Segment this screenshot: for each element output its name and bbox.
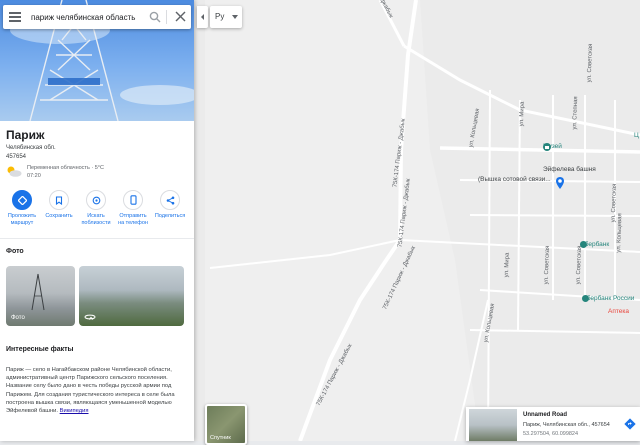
street-label: ул. Мира <box>518 101 526 127</box>
facts-body: Париж — село в Нагайбакском районе Челяб… <box>6 367 175 415</box>
poi-label: Сбербанк России <box>582 295 635 302</box>
bookmark-icon <box>55 195 63 205</box>
info-card-address: Париж, Челябинская обл., 457654 <box>523 422 610 428</box>
nearby-icon <box>92 196 100 204</box>
save-button[interactable]: Сохранить <box>42 190 76 220</box>
chevron-down-icon <box>232 15 238 19</box>
facts-heading: Интересные факты <box>6 346 74 353</box>
poi-partial-label: Ц <box>634 132 639 139</box>
street-label: ул. Степная <box>572 96 580 130</box>
send-to-phone-icon <box>129 195 137 205</box>
action-label: на телефон <box>118 220 148 226</box>
action-label: Проложить <box>7 213 37 219</box>
menu-icon[interactable] <box>9 11 21 23</box>
wikipedia-link[interactable]: Википедия <box>60 408 89 414</box>
action-label: Искать <box>87 213 105 219</box>
search-icon[interactable] <box>149 11 161 23</box>
poi-museum[interactable]: Музей <box>543 143 562 151</box>
weather-text: Переменная облачность · 5°C <box>27 165 104 171</box>
nearby-button[interactable]: Искать поблизости <box>79 190 113 227</box>
send-to-phone-button[interactable]: Отправить на телефон <box>116 190 150 227</box>
street-view-360-icon <box>84 314 96 320</box>
action-label: поблизости <box>81 220 111 226</box>
photo-caption: Фото <box>11 315 25 321</box>
search-input[interactable] <box>31 9 143 25</box>
partly-cloudy-icon <box>7 166 22 177</box>
share-icon <box>166 196 174 204</box>
photos-heading: Фото <box>6 248 24 255</box>
collapse-panel-button[interactable] <box>197 6 208 28</box>
local-time: 07:20 <box>27 173 41 179</box>
hero-photo[interactable] <box>0 0 194 121</box>
bank-icon <box>582 295 589 302</box>
place-title: Париж <box>6 128 45 142</box>
search-box <box>3 5 191 29</box>
poi-label: (Вышка сотовой связи... <box>478 176 551 183</box>
satellite-label: Спутник <box>210 435 231 441</box>
close-icon[interactable] <box>175 11 186 22</box>
action-bar: Проложить маршрут Сохранить Искать поблизо… <box>0 190 194 239</box>
place-header: Париж Челябинская обл. 457654 <box>6 128 190 160</box>
action-label: маршрут <box>10 220 34 226</box>
directions-icon <box>624 418 636 430</box>
info-card-coordinates[interactable]: 53.297504, 60.099824 <box>523 431 578 437</box>
facts-text: Париж — село в Нагайбакском районе Челяб… <box>6 366 186 415</box>
poi-sberbank-russia[interactable]: Сбербанк России <box>582 295 634 302</box>
poi-label: Аптека <box>608 308 629 315</box>
poi-label: Эйфелева башня <box>543 166 596 173</box>
street-label: ул. Мира <box>503 252 511 278</box>
place-postal-code: 457654 <box>6 154 27 160</box>
chevron-left-icon <box>201 14 204 20</box>
directions-icon <box>17 195 27 205</box>
language-value: Ру <box>215 12 225 21</box>
share-button[interactable]: Поделиться <box>153 190 187 220</box>
place-region: Челябинская обл. <box>6 145 56 151</box>
museum-icon <box>543 143 551 151</box>
street-view-thumbnail[interactable] <box>79 266 184 326</box>
satellite-toggle[interactable]: Спутник <box>205 404 247 445</box>
landmark-pin-icon <box>556 177 564 189</box>
place-panel: Париж Челябинская обл. 457654 Переменная… <box>0 0 194 441</box>
weather-info: Переменная облачность · 5°C 07:20 <box>6 162 190 182</box>
action-label: Сохранить <box>45 213 73 219</box>
poi-sberbank[interactable]: Сбербанк <box>580 241 609 248</box>
street-view-thumbnail[interactable] <box>469 409 517 441</box>
location-info-card[interactable]: Unnamed Road Париж, Челябинская обл., 45… <box>466 407 640 441</box>
directions-button[interactable]: Проложить маршрут <box>5 190 39 227</box>
action-label: Отправить <box>119 213 147 219</box>
poi-pharmacy[interactable]: Аптека <box>608 308 629 315</box>
language-selector[interactable]: Ру <box>210 6 242 28</box>
action-label: Поделиться <box>154 213 186 219</box>
bank-icon <box>580 241 587 248</box>
info-card-title: Unnamed Road <box>523 412 568 418</box>
divider <box>166 10 167 24</box>
photo-thumbnail[interactable]: Фото <box>6 266 75 326</box>
